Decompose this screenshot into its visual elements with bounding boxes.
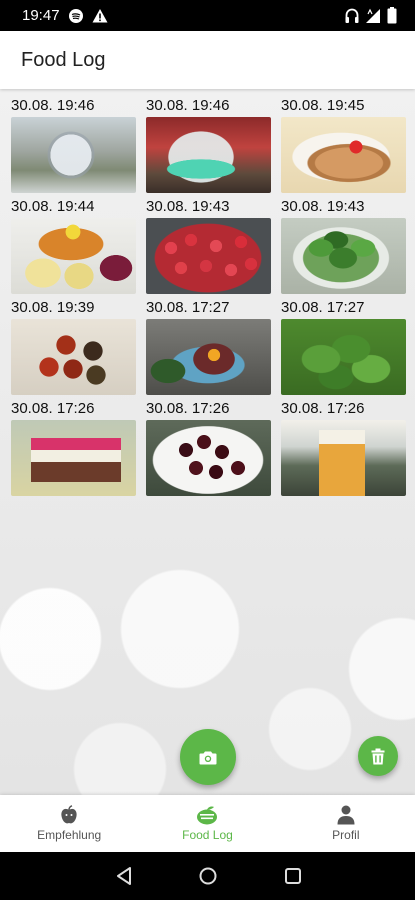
food-log-entry[interactable]: 30.08. 17:27 xyxy=(281,299,406,395)
entry-timestamp: 30.08. 19:45 xyxy=(281,97,365,114)
warning-icon xyxy=(92,9,108,23)
camera-icon xyxy=(199,751,217,764)
apple-icon xyxy=(61,805,77,824)
food-log-icon xyxy=(197,806,218,825)
food-photo-lettuce-leaves[interactable] xyxy=(281,319,406,395)
food-log-content: 30.08. 19:46 30.08. 19:46 30.08. 19:45 3… xyxy=(0,89,415,795)
delete-button[interactable] xyxy=(358,736,398,776)
food-log-entry[interactable]: 30.08. 19:46 xyxy=(146,97,271,193)
system-navigation-bar xyxy=(0,852,415,900)
nav-item-profil[interactable]: Profil xyxy=(277,795,415,852)
entry-timestamp: 30.08. 19:43 xyxy=(281,198,365,215)
battery-icon xyxy=(387,7,397,24)
food-photo-layer-cake-slice[interactable] xyxy=(11,420,136,496)
food-log-entry[interactable]: 30.08. 17:26 xyxy=(146,400,271,496)
entry-timestamp: 30.08. 17:26 xyxy=(11,400,95,417)
nav-label: Empfehlung xyxy=(37,828,102,842)
back-icon[interactable] xyxy=(115,866,133,886)
entry-timestamp: 30.08. 19:43 xyxy=(146,198,230,215)
person-icon xyxy=(337,805,355,825)
food-photo-strudel-with-strawberry[interactable] xyxy=(281,117,406,193)
food-log-entry[interactable]: 30.08. 19:39 xyxy=(11,299,136,395)
entry-timestamp: 30.08. 19:46 xyxy=(146,97,230,114)
entry-timestamp: 30.08. 17:27 xyxy=(146,299,230,316)
food-log-entry[interactable]: 30.08. 17:26 xyxy=(11,400,136,496)
food-photo-cherries-plate[interactable] xyxy=(146,420,271,496)
signal-icon xyxy=(366,8,380,23)
spotify-icon xyxy=(69,9,83,23)
nav-item-empfehlung[interactable]: Empfehlung xyxy=(0,795,138,852)
nav-label: Profil xyxy=(332,828,360,842)
headphones-icon xyxy=(345,8,359,23)
food-log-entry[interactable]: 30.08. 19:43 xyxy=(146,198,271,294)
status-bar: 19:47 xyxy=(0,0,415,31)
entry-timestamp: 30.08. 17:26 xyxy=(146,400,230,417)
entry-timestamp: 30.08. 19:39 xyxy=(11,299,95,316)
food-log-entry[interactable]: 30.08. 17:27 xyxy=(146,299,271,395)
status-time: 19:47 xyxy=(22,7,60,24)
entry-timestamp: 30.08. 17:27 xyxy=(281,299,365,316)
food-photo-tartare-with-egg[interactable] xyxy=(146,319,271,395)
food-log-entry[interactable]: 30.08. 19:46 xyxy=(11,97,136,193)
home-icon[interactable] xyxy=(198,866,218,886)
bottom-navigation: Empfehlung Food Log Profil xyxy=(0,795,415,852)
food-log-entry[interactable]: 30.08. 17:26 xyxy=(281,400,406,496)
entry-timestamp: 30.08. 19:44 xyxy=(11,198,95,215)
food-log-entry[interactable]: 30.08. 19:43 xyxy=(281,198,406,294)
entry-timestamp: 30.08. 17:26 xyxy=(281,400,365,417)
app-bar: Food Log xyxy=(0,31,415,89)
entry-timestamp: 30.08. 19:46 xyxy=(11,97,95,114)
food-photo-wheat-beer-glass[interactable] xyxy=(281,420,406,496)
nav-label: Food Log xyxy=(182,828,233,842)
food-photo-green-salad[interactable] xyxy=(281,218,406,294)
food-log-entry[interactable]: 30.08. 19:45 xyxy=(281,97,406,193)
food-photo-schnitzel-potatoes[interactable] xyxy=(11,218,136,294)
food-log-entry[interactable]: 30.08. 19:44 xyxy=(11,198,136,294)
food-photo-crystal-glass[interactable] xyxy=(11,117,136,193)
food-photo-raspberries-bowl[interactable] xyxy=(146,218,271,294)
recents-icon[interactable] xyxy=(284,866,302,886)
food-photo-cherry-tomatoes[interactable] xyxy=(11,319,136,395)
trash-icon xyxy=(371,748,385,764)
add-photo-button[interactable] xyxy=(180,729,236,785)
food-photo-green-drink-glass[interactable] xyxy=(146,117,271,193)
page-title: Food Log xyxy=(21,49,106,71)
nav-item-food-log[interactable]: Food Log xyxy=(138,795,276,852)
